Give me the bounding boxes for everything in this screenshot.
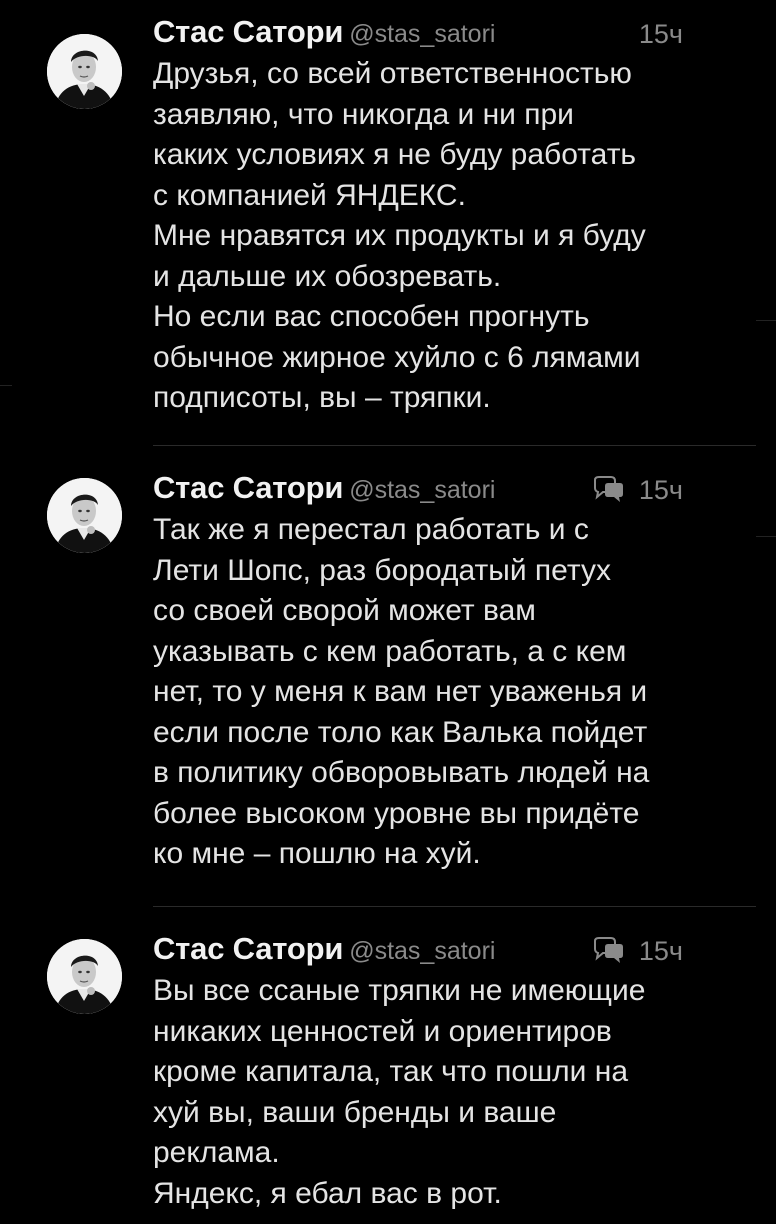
tweet-header: Стас Сатори @stas_satori 15ч: [153, 470, 733, 510]
edge-mark: [0, 385, 12, 386]
author-name[interactable]: Стас Сатори: [153, 931, 343, 966]
tweet-line: никаких ценностей и ориентиров: [153, 1014, 612, 1048]
avatar-photo: [47, 478, 122, 553]
author-name[interactable]: Стас Сатори: [153, 470, 343, 505]
tweet-header: Стас Сатори @stas_satori 15ч: [153, 14, 733, 54]
tweet-line: в политику обворовывать людей на: [153, 756, 650, 789]
tweet-line: указывать с кем работать, а с кем: [153, 634, 627, 668]
tweet-text: Так же я перестал работать и с Лети Шопс…: [153, 510, 753, 875]
tweet-text: Друзья, со всей ответственностью заявляю…: [153, 54, 753, 419]
tweet-line: Так же я перестал работать и с: [153, 513, 589, 546]
tweet-line: и дальше их обозревать.: [153, 259, 502, 293]
author-handle[interactable]: @stas_satori: [349, 937, 495, 965]
tweet-line: с компанией ЯНДЕКС.: [153, 178, 466, 212]
edge-mark: [756, 536, 776, 537]
tweet-line: ко мне – пошлю на хуй.: [153, 837, 481, 870]
tweet-time[interactable]: 15ч: [639, 19, 683, 50]
tweet-line: Друзья, со всей ответственностью: [153, 57, 632, 90]
tweet-line: каких условиях я не буду работать: [153, 138, 637, 171]
tweet-line: Лети Шопс, раз бородатый петух: [153, 553, 611, 587]
tweet-line: Яндекс, я ебал вас в рот.: [153, 1176, 502, 1210]
avatar[interactable]: [47, 34, 122, 109]
tweet-line: нет, то у меня к вам нет уваженья и: [153, 675, 648, 708]
tweet-time[interactable]: 15ч: [639, 475, 683, 506]
tweet-line: заявляю, что никогда и ни при: [153, 97, 574, 131]
tweet-divider: [153, 906, 756, 907]
tweet-line: подписоты, вы – тряпки.: [153, 381, 491, 414]
tweet-divider: [153, 445, 756, 446]
tweet-header: Стас Сатори @stas_satori 15ч: [153, 931, 733, 971]
tweet-line: обычное жирное хуйло с 6 лямами: [153, 340, 641, 374]
avatar-photo: [47, 939, 122, 1014]
edge-mark: [756, 320, 776, 321]
author-handle[interactable]: @stas_satori: [349, 476, 495, 504]
tweet-meta: 15ч: [639, 14, 683, 54]
tweet[interactable]: Стас Сатори @stas_satori 15ч Друзья, со в…: [0, 14, 776, 434]
tweet-line: если после толо как Валька пойдет: [153, 715, 648, 749]
tweet-meta: 15ч: [591, 931, 683, 971]
tweet-line: Вы все ссаные тряпки не имеющие: [153, 974, 646, 1007]
tweet[interactable]: Стас Сатори @stas_satori 15ч Вы все ссаны…: [0, 931, 776, 1224]
author-handle[interactable]: @stas_satori: [349, 20, 495, 48]
tweet-line: Но если вас способен прогнуть: [153, 300, 590, 333]
tweet-line: со своей сворой может вам: [153, 594, 536, 627]
tweet-line: хуй вы, ваши бренды и ваше: [153, 1095, 557, 1129]
tweet-line: Мне нравятся их продукты и я буду: [153, 219, 646, 252]
avatar[interactable]: [47, 939, 122, 1014]
tweet[interactable]: Стас Сатори @stas_satori 15ч Так же я пер…: [0, 470, 776, 890]
tweet-line: кроме капитала, так что пошли на: [153, 1055, 629, 1088]
reply-bubble-icon[interactable]: [591, 937, 625, 965]
tweet-line: реклама.: [153, 1136, 280, 1169]
reply-bubble-icon[interactable]: [591, 476, 625, 504]
tweet-text: Вы все ссаные тряпки не имеющие никаких …: [153, 971, 753, 1214]
tweet-time[interactable]: 15ч: [639, 936, 683, 967]
tweet-meta: 15ч: [591, 470, 683, 510]
avatar-photo: [47, 34, 122, 109]
avatar[interactable]: [47, 478, 122, 553]
author-name[interactable]: Стас Сатори: [153, 14, 343, 49]
tweet-line: более высоком уровне вы придёте: [153, 796, 640, 830]
